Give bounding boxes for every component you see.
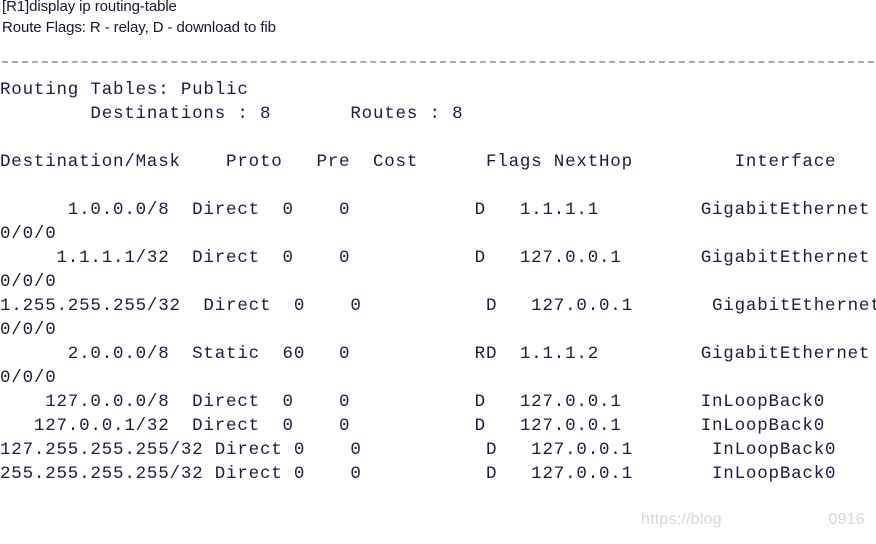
separator-rule — [2, 61, 874, 63]
table-row: 127.0.0.0/8 Direct 0 0 D 127.0.0.1 InLoo… — [0, 392, 826, 412]
table-row-wrap: 0/0/0 — [0, 320, 57, 340]
command-line: [R1]display ip routing-table — [2, 0, 177, 15]
routing-table-summary: Destinations : 8 Routes : 8 — [0, 104, 464, 124]
table-row-wrap: 0/0/0 — [0, 272, 57, 292]
table-row: 1.1.1.1/32 Direct 0 0 D 127.0.0.1 Gigabi… — [0, 248, 871, 268]
table-row-wrap: 0/0/0 — [0, 224, 57, 244]
routing-table-block: Routing Tables: Public Destinations : 8 … — [0, 78, 876, 486]
separator-dashes — [2, 61, 874, 63]
table-row: 127.0.0.1/32 Direct 0 0 D 127.0.0.1 InLo… — [0, 416, 826, 436]
table-row: 127.255.255.255/32 Direct 0 0 D 127.0.0.… — [0, 440, 837, 460]
routing-table-header: Destination/Mask Proto Pre Cost Flags Ne… — [0, 152, 837, 172]
command-echo-block: [R1]display ip routing-table Route Flags… — [2, 0, 874, 38]
table-row: 2.0.0.0/8 Static 60 0 RD 1.1.1.2 Gigabit… — [0, 344, 871, 364]
routing-table-scope: Routing Tables: Public — [0, 80, 249, 100]
table-row: 1.0.0.0/8 Direct 0 0 D 1.1.1.1 GigabitEt… — [0, 200, 871, 220]
route-flags-legend: Route Flags: R - relay, D - download to … — [2, 19, 276, 36]
blog-watermark: https://blog 0916 — [641, 511, 865, 528]
table-row: 255.255.255.255/32 Direct 0 0 D 127.0.0.… — [0, 464, 837, 484]
table-row: 1.255.255.255/32 Direct 0 0 D 127.0.0.1 … — [0, 296, 876, 316]
terminal-output: [R1]display ip routing-table Route Flags… — [0, 0, 876, 544]
table-row-wrap: 0/0/0 — [0, 368, 57, 388]
